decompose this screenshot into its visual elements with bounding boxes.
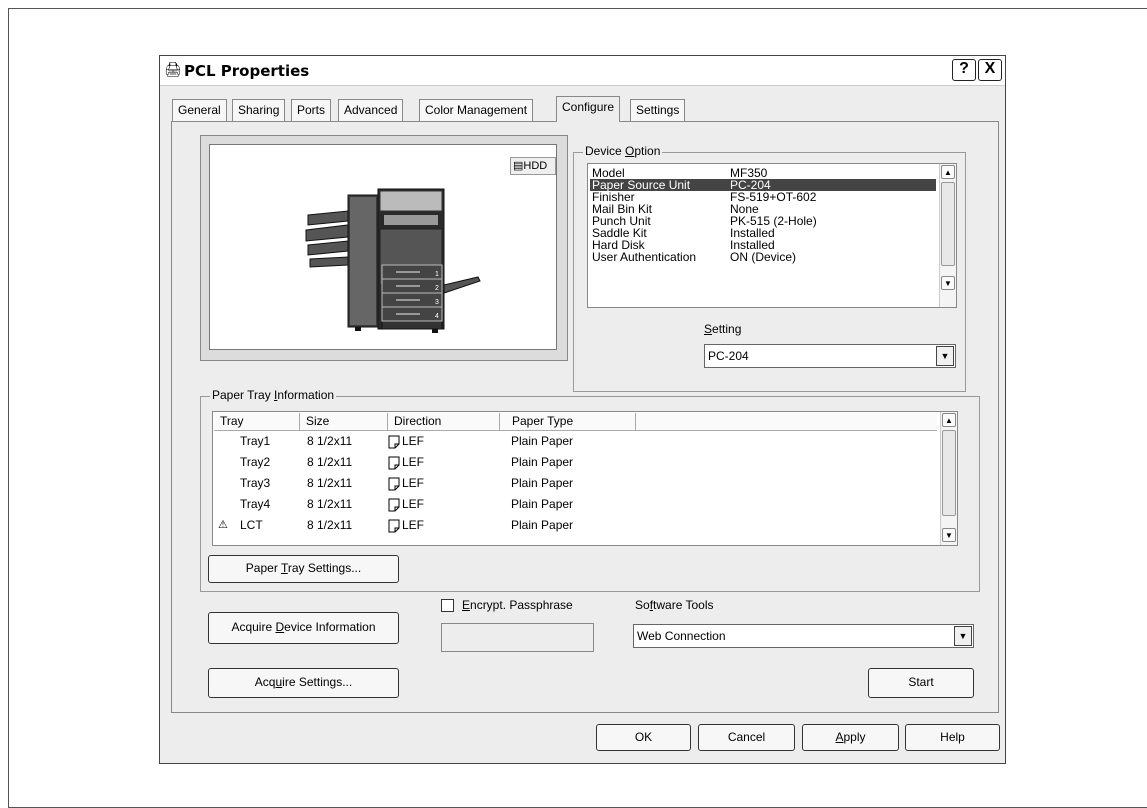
- warning-icon: ⚠: [218, 519, 228, 531]
- scroll-up-icon[interactable]: ▲: [941, 165, 955, 179]
- paper-tray-list[interactable]: Tray Size Direction Paper Type Tray1 8 1…: [212, 411, 958, 546]
- device-preview: ▤HDD 1 2 3 4: [200, 135, 568, 361]
- paper-tray-scrollbar[interactable]: ▲ ▼: [940, 412, 957, 545]
- ok-button[interactable]: OK: [596, 724, 691, 751]
- column-header-tray[interactable]: Tray: [214, 413, 300, 431]
- dropdown-arrow-icon[interactable]: ▼: [936, 346, 954, 366]
- pcl-properties-dialog: 🖨 PCL Properties ? X General Sharing Por…: [159, 55, 1006, 764]
- setting-label: Setting: [704, 322, 742, 336]
- device-option-scrollbar[interactable]: ▲ ▼: [939, 164, 956, 307]
- table-row[interactable]: Tray1 8 1/2x11 LEF Plain Paper: [214, 431, 937, 452]
- scroll-thumb[interactable]: [942, 430, 956, 516]
- encrypt-passphrase-label: Encrypt. Passphrase: [462, 598, 573, 612]
- printer-icon: 🖨: [164, 61, 182, 77]
- paper-orientation-icon: [388, 477, 400, 491]
- device-image-area: ▤HDD 1 2 3 4: [209, 144, 557, 350]
- scroll-up-icon[interactable]: ▲: [942, 413, 956, 427]
- window-title: PCL Properties: [184, 62, 310, 80]
- device-option-label: Device Option: [583, 144, 663, 158]
- dropdown-arrow-icon[interactable]: ▼: [954, 626, 972, 646]
- column-header-paper-type[interactable]: Paper Type: [500, 413, 636, 431]
- column-header-direction[interactable]: Direction: [388, 413, 500, 431]
- scroll-down-icon[interactable]: ▼: [941, 276, 955, 290]
- tab-color-management[interactable]: Color Management: [419, 99, 534, 121]
- title-bar: 🖨 PCL Properties ? X: [160, 56, 1005, 86]
- paper-orientation-icon: [388, 519, 400, 533]
- table-row[interactable]: ⚠ LCT 8 1/2x11 LEF Plain Paper: [214, 515, 937, 544]
- tray-number: 1: [435, 271, 439, 278]
- help-dialog-button[interactable]: Help: [905, 724, 1000, 751]
- tray-number: 3: [435, 299, 439, 306]
- tab-configure[interactable]: Configure: [556, 96, 621, 122]
- tab-settings[interactable]: Settings: [630, 99, 686, 121]
- apply-button[interactable]: Apply: [802, 724, 899, 751]
- software-tools-dropdown[interactable]: Web Connection ▼: [633, 624, 974, 648]
- tab-advanced[interactable]: Advanced: [338, 99, 404, 121]
- tab-general[interactable]: General: [172, 99, 227, 121]
- setting-dropdown[interactable]: PC-204 ▼: [704, 344, 956, 368]
- help-button[interactable]: ?: [952, 59, 976, 81]
- passphrase-input[interactable]: [441, 623, 594, 652]
- acquire-device-information-button[interactable]: Acquire Device Information: [208, 612, 399, 644]
- tab-sharing[interactable]: Sharing: [232, 99, 286, 121]
- paper-tray-label: Paper Tray Information: [210, 388, 337, 402]
- start-button[interactable]: Start: [868, 668, 974, 698]
- option-row[interactable]: User Authentication ON (Device): [590, 251, 936, 263]
- encrypt-passphrase-checkbox[interactable]: [441, 599, 454, 612]
- table-row[interactable]: Tray4 8 1/2x11 LEF Plain Paper: [214, 494, 937, 515]
- tray-number: 4: [435, 313, 439, 320]
- column-header-size[interactable]: Size: [300, 413, 388, 431]
- cancel-button[interactable]: Cancel: [698, 724, 795, 751]
- paper-orientation-icon: [388, 498, 400, 512]
- table-row[interactable]: Tray3 8 1/2x11 LEF Plain Paper: [214, 473, 937, 494]
- printer-illustration: 1 2 3 4: [305, 188, 481, 333]
- device-option-list[interactable]: Model MF350 Paper Source Unit PC-204 Finis…: [587, 163, 957, 308]
- scroll-down-icon[interactable]: ▼: [942, 528, 956, 542]
- paper-tray-list-header: Tray Size Direction Paper Type: [214, 413, 937, 431]
- table-row[interactable]: Tray2 8 1/2x11 LEF Plain Paper: [214, 452, 937, 473]
- tab-ports[interactable]: Ports: [291, 99, 332, 121]
- acquire-settings-button[interactable]: Acquire Settings...: [208, 668, 399, 698]
- tray-number: 2: [435, 285, 439, 292]
- software-tools-label: Software Tools: [635, 598, 714, 612]
- paper-orientation-icon: [388, 456, 400, 470]
- paper-tray-settings-button[interactable]: Paper Tray Settings...: [208, 555, 399, 583]
- configure-panel: ▤HDD 1 2 3 4 Device Option Model MF350 P…: [171, 121, 999, 713]
- close-button[interactable]: X: [978, 59, 1002, 81]
- paper-orientation-icon: [388, 435, 400, 449]
- scroll-thumb[interactable]: [941, 182, 955, 266]
